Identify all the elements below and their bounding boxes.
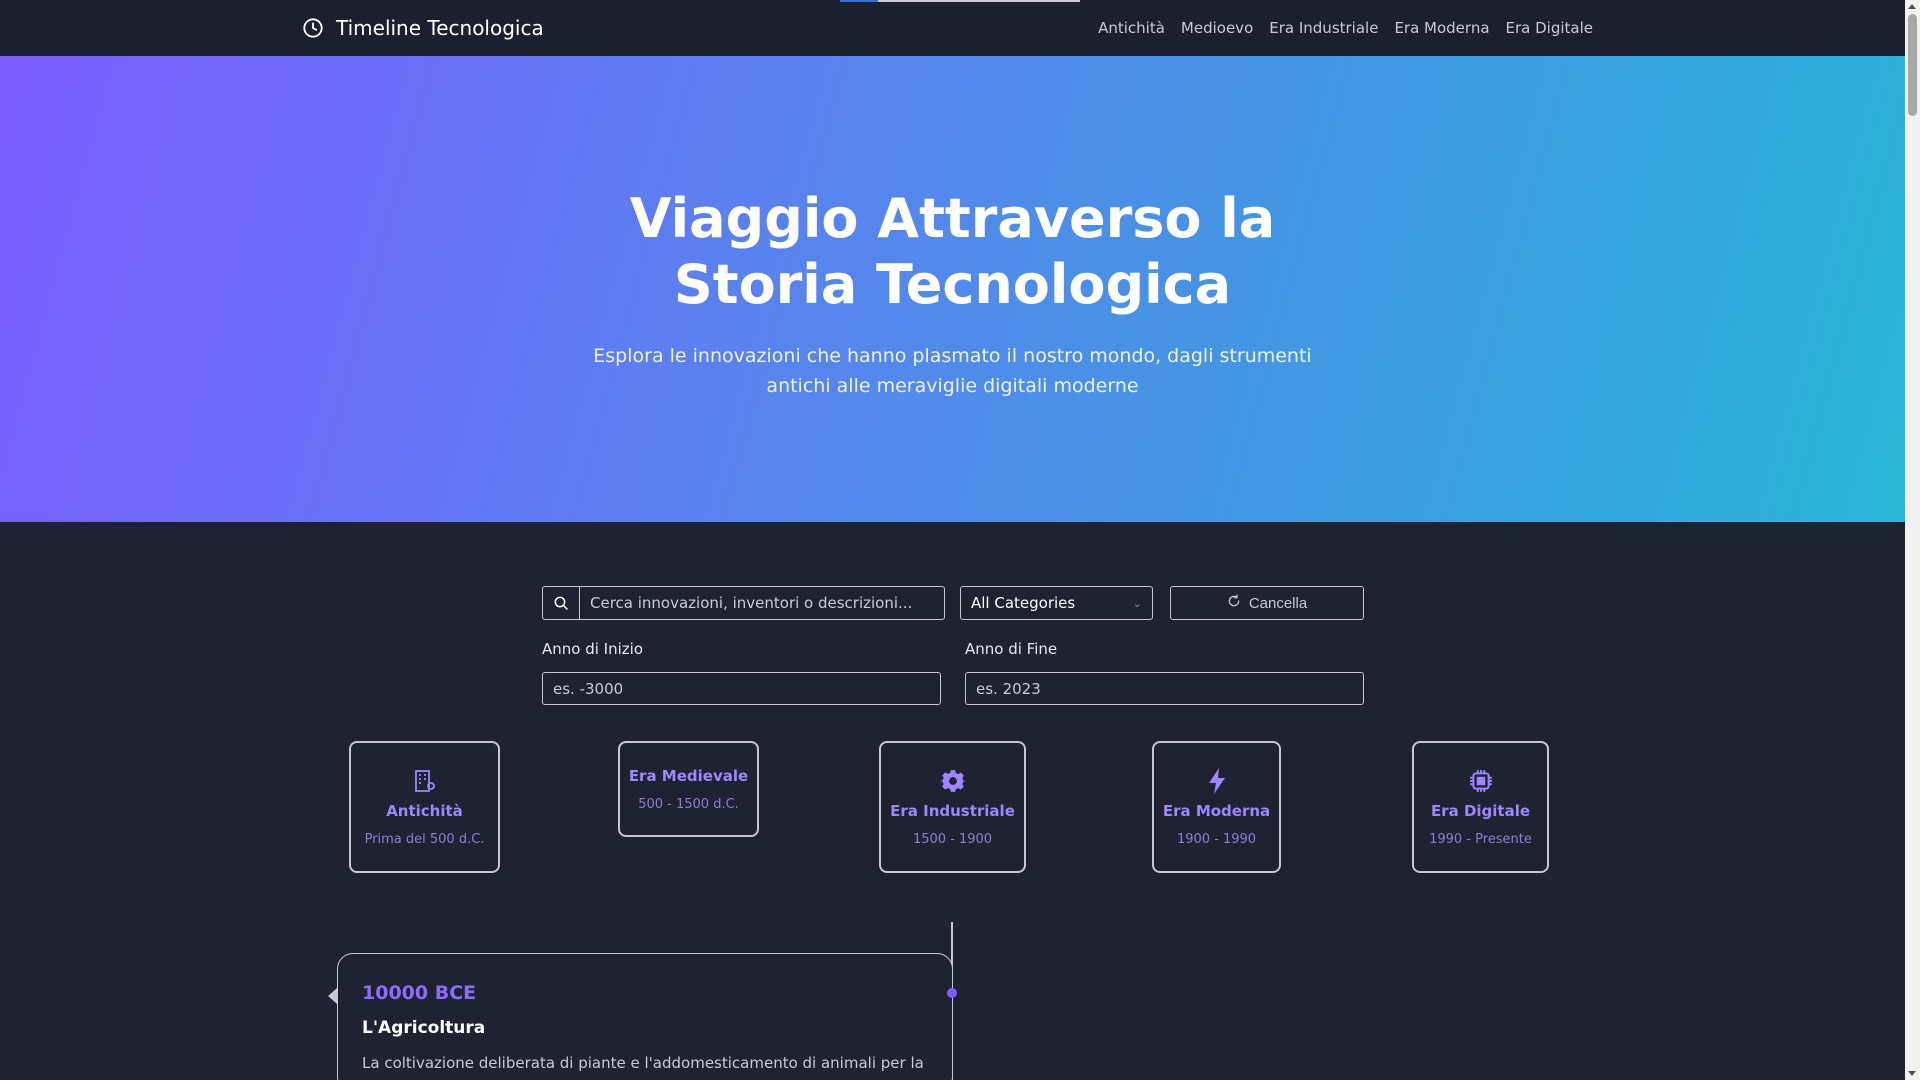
nav-link-era-digitale[interactable]: Era Digitale (1506, 19, 1593, 37)
era-range: 500 - 1500 d.C. (638, 796, 739, 812)
era-card-digitale[interactable]: Era Digitale 1990 - Presente (1412, 741, 1549, 873)
search-box (542, 586, 945, 620)
brand-link[interactable]: Timeline Tecnologica (302, 0, 544, 56)
scroll-down-arrow-icon[interactable] (1908, 1071, 1916, 1076)
start-year-group: Anno di Inizio (542, 640, 941, 705)
end-year-group: Anno di Fine (965, 640, 1364, 705)
era-name: Era Moderna (1162, 801, 1271, 820)
nav-link-antichita[interactable]: Antichità (1098, 19, 1165, 37)
building-icon (413, 768, 437, 794)
search-icon[interactable] (543, 587, 580, 619)
era-range: 1500 - 1900 (912, 831, 993, 847)
chip-icon (1468, 768, 1494, 794)
gear-icon (939, 768, 966, 794)
scrollbar-thumb[interactable] (1908, 14, 1917, 116)
clock-icon (302, 17, 324, 39)
era-card-moderna[interactable]: Era Moderna 1900 - 1990 (1152, 741, 1281, 873)
lightning-icon (1207, 767, 1227, 794)
timeline-dot (947, 988, 957, 998)
category-select[interactable]: All Categories ⌄ (960, 586, 1153, 620)
scroll-progress-fill (840, 0, 879, 2)
category-selected-value: All Categories (971, 594, 1076, 612)
era-range: 1900 - 1990 (1176, 831, 1257, 847)
timeline-event-card[interactable]: 10000 BCE L'Agricoltura La coltivazione … (337, 953, 953, 1080)
clear-button[interactable]: Cancella (1170, 586, 1364, 620)
hero-section: Viaggio Attraverso la Storia Tecnologica… (0, 56, 1905, 522)
era-name: Era Medievale (628, 766, 749, 785)
refresh-icon (1227, 594, 1241, 612)
nav-link-medioevo[interactable]: Medioevo (1181, 19, 1253, 37)
nav-link-era-moderna[interactable]: Era Moderna (1394, 19, 1489, 37)
start-year-input[interactable] (542, 672, 941, 705)
event-description: La coltivazione deliberata di piante e l… (362, 1054, 924, 1072)
start-year-label: Anno di Inizio (542, 640, 643, 658)
end-year-input[interactable] (965, 672, 1364, 705)
era-range: 1990 - Presente (1429, 831, 1532, 847)
page-scrollbar[interactable] (1905, 0, 1920, 1080)
search-input[interactable] (580, 587, 944, 619)
clear-button-label: Cancella (1248, 594, 1308, 612)
era-name: Era Digitale (1430, 801, 1531, 820)
event-title: L'Agricoltura (362, 1018, 486, 1038)
scroll-progress-bar (840, 0, 1080, 2)
era-name: Era Industriale (890, 801, 1015, 820)
event-year: 10000 BCE (362, 982, 477, 1004)
filter-row: All Categories ⌄ Cancella (542, 586, 1364, 620)
scroll-up-arrow-icon[interactable] (1908, 4, 1916, 9)
era-card-antichita[interactable]: Antichità Prima del 500 d.C. (349, 741, 500, 873)
top-navbar: Timeline Tecnologica Antichità Medioevo … (0, 0, 1905, 56)
nav-link-era-industriale[interactable]: Era Industriale (1269, 19, 1378, 37)
end-year-label: Anno di Fine (965, 640, 1058, 658)
nav-links: Antichità Medioevo Era Industriale Era M… (1098, 0, 1593, 56)
hero-title: Viaggio Attraverso la Storia Tecnologica (629, 187, 1276, 316)
era-name: Antichità (386, 801, 463, 820)
event-card-pointer (328, 988, 337, 1004)
era-card-medievale[interactable]: Era Medievale 500 - 1500 d.C. (618, 741, 759, 837)
brand-title: Timeline Tecnologica (336, 16, 544, 40)
chevron-down-icon: ⌄ (1132, 596, 1142, 610)
era-range: Prima del 500 d.C. (364, 831, 485, 847)
hero-subtitle: Esplora le innovazioni che hanno plasmat… (593, 345, 1312, 397)
era-card-industriale[interactable]: Era Industriale 1500 - 1900 (879, 741, 1026, 873)
